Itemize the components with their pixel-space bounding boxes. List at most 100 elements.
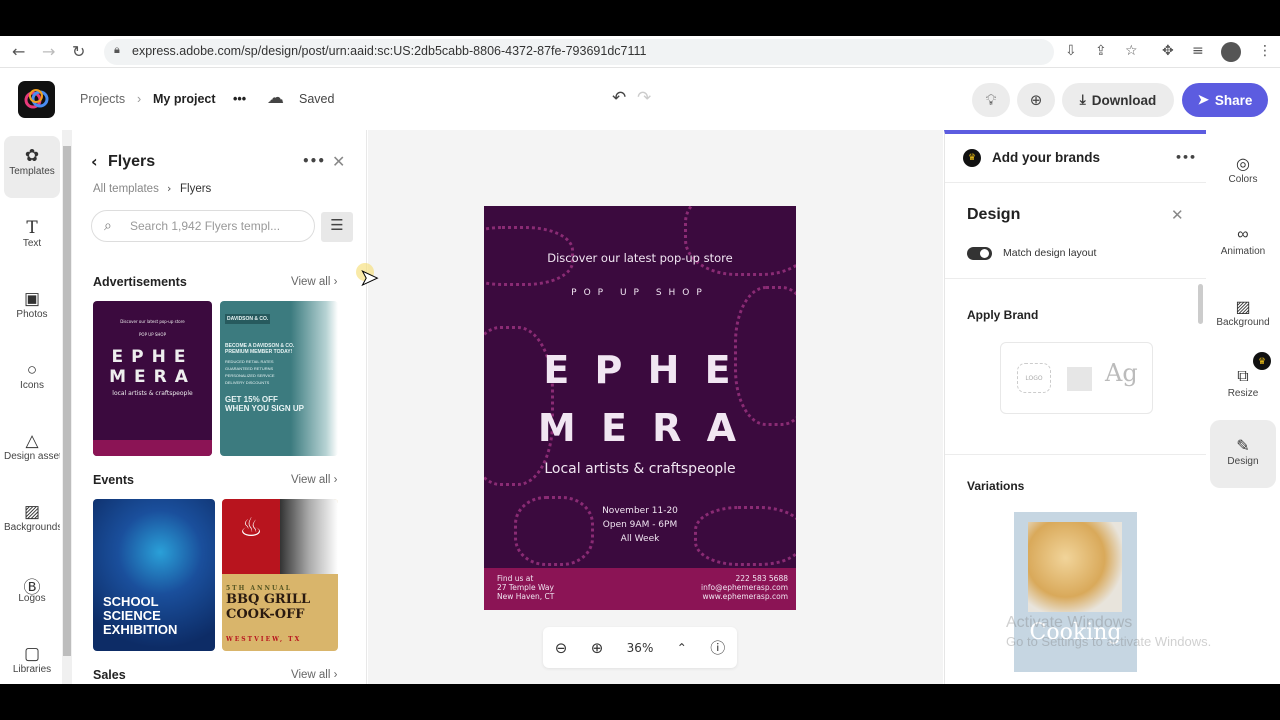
template-thumb-science[interactable]: SCHOOL SCIENCE EXHIBITION bbox=[93, 499, 215, 651]
project-more-button[interactable]: ••• bbox=[233, 92, 246, 106]
template-thumb-davidson[interactable]: DAVIDSON & CO. BECOME A DAVIDSON & CO. P… bbox=[220, 301, 338, 456]
extensions-icon[interactable]: ✥ bbox=[1162, 43, 1174, 59]
rail-label: Icons bbox=[20, 380, 44, 391]
match-layout-toggle[interactable] bbox=[967, 247, 992, 260]
thumb-text: SCIENCE bbox=[103, 608, 161, 623]
rail-item-text[interactable]: T Text bbox=[4, 208, 60, 270]
template-thumb-bbq[interactable]: ♨ 5TH ANNUAL BBQ GRILL COOK-OFF WESTVIEW… bbox=[222, 499, 338, 651]
reload-icon[interactable]: ↻ bbox=[72, 42, 85, 61]
thumb-text: POP UP SHOP bbox=[139, 332, 166, 337]
divider bbox=[945, 454, 1207, 455]
search-input[interactable]: ⌕ Search 1,942 Flyers templ... bbox=[91, 210, 315, 242]
invite-button[interactable]: ⊕ bbox=[1017, 83, 1055, 117]
brands-more-button[interactable]: ••• bbox=[1175, 151, 1196, 164]
breadcrumb-all-templates[interactable]: All templates bbox=[93, 183, 159, 195]
rail-item-icons[interactable]: ○ Icons bbox=[4, 350, 60, 412]
adobe-cc-logo[interactable] bbox=[18, 81, 55, 118]
divider bbox=[945, 182, 1207, 183]
info-icon[interactable]: ⓘ bbox=[710, 637, 725, 658]
share-icon[interactable]: ⇪ bbox=[1095, 43, 1107, 59]
thumb-text: PERSONALIZED SERVICE bbox=[225, 373, 275, 378]
address-line: Find us at bbox=[497, 574, 534, 583]
rail-item-design-assets[interactable]: △Design assets bbox=[4, 421, 60, 483]
close-icon[interactable]: ✕ bbox=[332, 152, 345, 171]
close-icon[interactable]: ✕ bbox=[1171, 206, 1184, 224]
flyer-schedule: November 11-20 Open 9AM - 6PM All Week bbox=[484, 504, 796, 546]
brand-preview-card[interactable]: LOGO Ag bbox=[1000, 342, 1153, 414]
search-icon: ⌕ bbox=[104, 217, 112, 233]
scrollbar-thumb[interactable] bbox=[63, 146, 71, 656]
flyer-subtitle: Local artists & craftspeople bbox=[544, 461, 736, 477]
backgrounds-icon: ▨ bbox=[23, 502, 41, 521]
template-thumb-ephemera[interactable]: Discover our latest pop-up store POP UP … bbox=[93, 301, 212, 456]
templates-icon: ✿ bbox=[24, 146, 40, 165]
rail-label: Animation bbox=[1220, 246, 1266, 257]
search-placeholder: Search 1,942 Flyers templ... bbox=[130, 219, 281, 233]
rail-label: Photos bbox=[16, 309, 48, 320]
rail-item-backgrounds[interactable]: ▨ Backgrounds bbox=[4, 492, 60, 554]
rail-item-photos[interactable]: ▣ Photos bbox=[4, 279, 60, 341]
thumb-text: EPHE bbox=[111, 347, 194, 367]
rail-item-background[interactable]: ▨ Background bbox=[1210, 281, 1276, 345]
breadcrumb-projects[interactable]: Projects bbox=[80, 92, 125, 106]
thumb-text: Discover our latest pop-up store bbox=[120, 319, 185, 324]
contact-line: www.ephemerasp.com bbox=[702, 592, 788, 601]
rail-item-colors[interactable]: ◎ Colors bbox=[1210, 138, 1276, 202]
rail-item-templates[interactable]: ✿ Templates bbox=[4, 136, 60, 198]
rail-item-design[interactable]: ✎ Design bbox=[1210, 420, 1276, 488]
undo-icon[interactable]: ↶ bbox=[612, 88, 626, 108]
view-all-events[interactable]: View all › bbox=[291, 474, 337, 486]
thumb-text: BECOME A DAVIDSON & CO. PREMIUM MEMBER T… bbox=[225, 343, 295, 355]
panel-more-button[interactable]: ••• bbox=[302, 154, 325, 168]
section-title-advertisements: Advertisements bbox=[93, 275, 187, 289]
palette-icon: ◎ bbox=[1236, 156, 1250, 173]
zoom-in-icon[interactable]: ⊕ bbox=[591, 639, 604, 657]
rail-item-resize[interactable]: ⧉ Resize ♛ bbox=[1210, 352, 1276, 416]
add-brands-link[interactable]: Add your brands bbox=[992, 150, 1100, 165]
chevron-up-icon[interactable]: ⌃ bbox=[677, 641, 687, 655]
view-all-sales[interactable]: View all › bbox=[291, 669, 337, 681]
rail-label: Background bbox=[1216, 317, 1270, 328]
rail-label: Colors bbox=[1228, 174, 1258, 185]
forward-icon[interactable]: → bbox=[42, 42, 55, 61]
thumb-photo bbox=[1028, 522, 1122, 612]
redo-icon[interactable]: ↷ bbox=[637, 88, 651, 108]
menu-icon[interactable]: ⋮ bbox=[1258, 43, 1272, 59]
media-icon[interactable]: ≡ bbox=[1192, 43, 1204, 59]
templates-panel: ‹ Flyers ••• ✕ All templates › Flyers ⌕ S… bbox=[75, 130, 367, 684]
back-chevron-icon[interactable]: ‹ bbox=[91, 152, 98, 171]
lightbulb-button[interactable]: 💡︎ bbox=[972, 83, 1010, 117]
pattern-shape bbox=[684, 206, 796, 276]
contact-line: 222 583 5688 bbox=[735, 574, 789, 583]
flyer-footer: Find us at 27 Temple Way New Haven, CT 222… bbox=[484, 568, 796, 610]
back-icon[interactable]: ← bbox=[12, 42, 25, 61]
star-icon[interactable]: ☆ bbox=[1125, 43, 1138, 59]
filter-button[interactable]: ☰ bbox=[321, 212, 353, 242]
logo-placeholder: LOGO bbox=[1017, 363, 1051, 393]
address-bar[interactable]: 🔒︎ express.adobe.com/sp/design/post/urn:a… bbox=[104, 39, 1054, 65]
project-name[interactable]: My project bbox=[153, 92, 216, 106]
design-assets-icon: △ bbox=[25, 431, 39, 450]
section-title-events: Events bbox=[93, 473, 134, 487]
rail-item-logos[interactable]: Ⓑ Logos bbox=[4, 563, 60, 625]
share-button[interactable]: ➤ Share bbox=[1182, 83, 1268, 117]
thumb-photo bbox=[280, 499, 338, 574]
thumb-text: DAVIDSON & CO. bbox=[225, 314, 271, 324]
premium-crown-icon: ♛ bbox=[1253, 352, 1271, 370]
rail-item-libraries[interactable]: ▢ Libraries bbox=[4, 634, 60, 696]
rail-scrollbar[interactable] bbox=[62, 130, 72, 684]
zoom-level[interactable]: 36% bbox=[627, 641, 654, 655]
download-button[interactable]: ⤓ Download bbox=[1062, 83, 1174, 117]
thumb-text: BBQ GRILL bbox=[226, 592, 311, 607]
breadcrumb-chevron-icon: › bbox=[167, 182, 172, 195]
install-icon[interactable]: ⇩ bbox=[1065, 43, 1077, 59]
panel-scrollbar[interactable] bbox=[1198, 284, 1203, 324]
profile-avatar[interactable] bbox=[1221, 42, 1241, 62]
libraries-icon: ▢ bbox=[23, 644, 41, 663]
zoom-out-icon[interactable]: ⊖ bbox=[555, 639, 568, 657]
thumb-text: GUARANTEED RETURNS bbox=[225, 366, 274, 371]
flyer-artboard[interactable]: Discover our latest pop-up store POP UP … bbox=[484, 206, 796, 610]
rail-label: Design assets bbox=[4, 451, 60, 462]
rail-item-animation[interactable]: ∞ Animation bbox=[1210, 210, 1276, 274]
view-all-advertisements[interactable]: View all › bbox=[291, 276, 337, 288]
